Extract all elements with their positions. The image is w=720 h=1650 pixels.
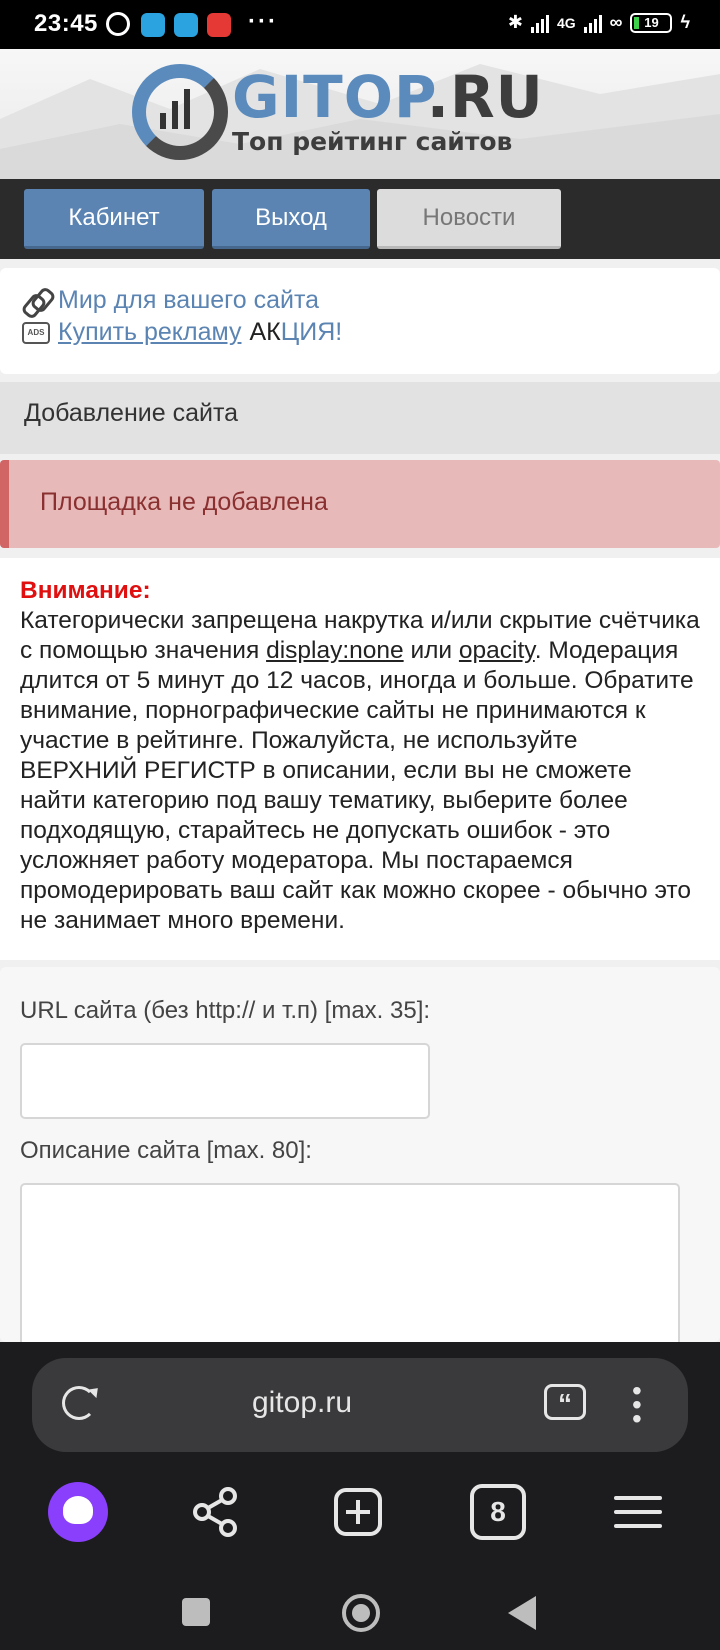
cabinet-button[interactable]: Кабинет bbox=[24, 189, 204, 249]
top-nav: Кабинет Выход Новости bbox=[0, 179, 720, 259]
url-input[interactable] bbox=[20, 1043, 430, 1119]
charging-icon: ϟ bbox=[680, 12, 690, 32]
ad-link-world[interactable]: Мир для вашего сайта bbox=[22, 286, 319, 315]
news-button[interactable]: Новости bbox=[377, 189, 561, 249]
address-url[interactable]: gitop.ru bbox=[32, 1386, 572, 1420]
description-label: Описание сайта [max. 80]: bbox=[20, 1137, 312, 1164]
alice-assistant-icon[interactable] bbox=[48, 1482, 108, 1542]
back-icon[interactable] bbox=[508, 1596, 536, 1630]
signal-icon bbox=[583, 13, 602, 33]
status-bar: 23:45 ··· ✱ 4G ∞ 19 ϟ bbox=[0, 0, 720, 49]
ad-box: Мир для вашего сайта ADS Купить рекламу … bbox=[0, 268, 720, 374]
telegram-icon bbox=[174, 13, 198, 37]
share-icon[interactable] bbox=[186, 1482, 246, 1542]
menu-icon[interactable] bbox=[608, 1482, 668, 1542]
browser-bottom-bar: gitop.ru “ • • • 8 bbox=[0, 1342, 720, 1650]
promo-text-blue: ЦИЯ! bbox=[280, 318, 343, 346]
quote-icon[interactable]: “ bbox=[544, 1384, 586, 1420]
site-header[interactable]: GITOP.RU Топ рейтинг сайтов bbox=[0, 49, 720, 179]
exit-button[interactable]: Выход bbox=[212, 189, 370, 249]
ad-link-label: Мир для вашего сайта bbox=[58, 286, 320, 314]
logo-title: GITOP.RU bbox=[232, 63, 544, 131]
link-icon bbox=[22, 287, 50, 315]
add-site-form: URL сайта (без http:// и т.п) [max. 35]:… bbox=[0, 967, 720, 1353]
warning-notice: Внимание: Категорически запрещена накрут… bbox=[0, 558, 720, 960]
home-icon[interactable] bbox=[342, 1594, 380, 1632]
signal-icon bbox=[530, 13, 549, 33]
warning-text: . Модерация длится от 5 минут до 12 часо… bbox=[20, 637, 694, 934]
opacity-link[interactable]: opacity bbox=[459, 637, 535, 664]
warning-title: Внимание: bbox=[20, 577, 151, 604]
warning-text: или bbox=[403, 637, 459, 664]
more-vert-icon[interactable]: • • • bbox=[632, 1377, 642, 1433]
display-none-link[interactable]: display:none bbox=[266, 637, 404, 664]
network-type: 4G bbox=[556, 14, 576, 31]
link-icon: ∞ bbox=[609, 12, 623, 32]
battery-icon: 19 bbox=[630, 12, 673, 33]
telegram-icon bbox=[141, 13, 165, 37]
address-bar[interactable]: gitop.ru “ • • • bbox=[32, 1358, 688, 1452]
bluetooth-icon: ✱ bbox=[507, 12, 523, 32]
status-time: 23:45 bbox=[34, 10, 98, 37]
page-title: Добавление сайта bbox=[0, 382, 720, 454]
logo-bars-icon bbox=[160, 89, 190, 129]
yandex-icon bbox=[207, 13, 231, 37]
status-right-group: ✱ 4G ∞ 19 ϟ bbox=[508, 12, 690, 33]
ad-row-buy: ADS Купить рекламу АКЦИЯ! bbox=[22, 318, 342, 347]
error-alert: Площадка не добавлена bbox=[0, 460, 720, 548]
promo-text-black: АК bbox=[249, 318, 281, 346]
browser-toolbar: 8 bbox=[0, 1468, 720, 1554]
url-label: URL сайта (без http:// и т.п) [max. 35]: bbox=[20, 997, 431, 1024]
recents-icon[interactable] bbox=[182, 1598, 210, 1626]
system-navigation bbox=[0, 1574, 720, 1650]
ads-icon: ADS bbox=[22, 321, 50, 344]
logo-subtitle: Топ рейтинг сайтов bbox=[232, 127, 513, 156]
tabs-count-button[interactable]: 8 bbox=[470, 1484, 526, 1540]
buy-ad-link[interactable]: Купить рекламу bbox=[58, 318, 241, 347]
new-tab-icon[interactable] bbox=[328, 1482, 388, 1542]
more-notifications-icon: ··· bbox=[248, 8, 278, 35]
description-input[interactable] bbox=[20, 1183, 680, 1353]
alarm-icon bbox=[106, 12, 130, 36]
